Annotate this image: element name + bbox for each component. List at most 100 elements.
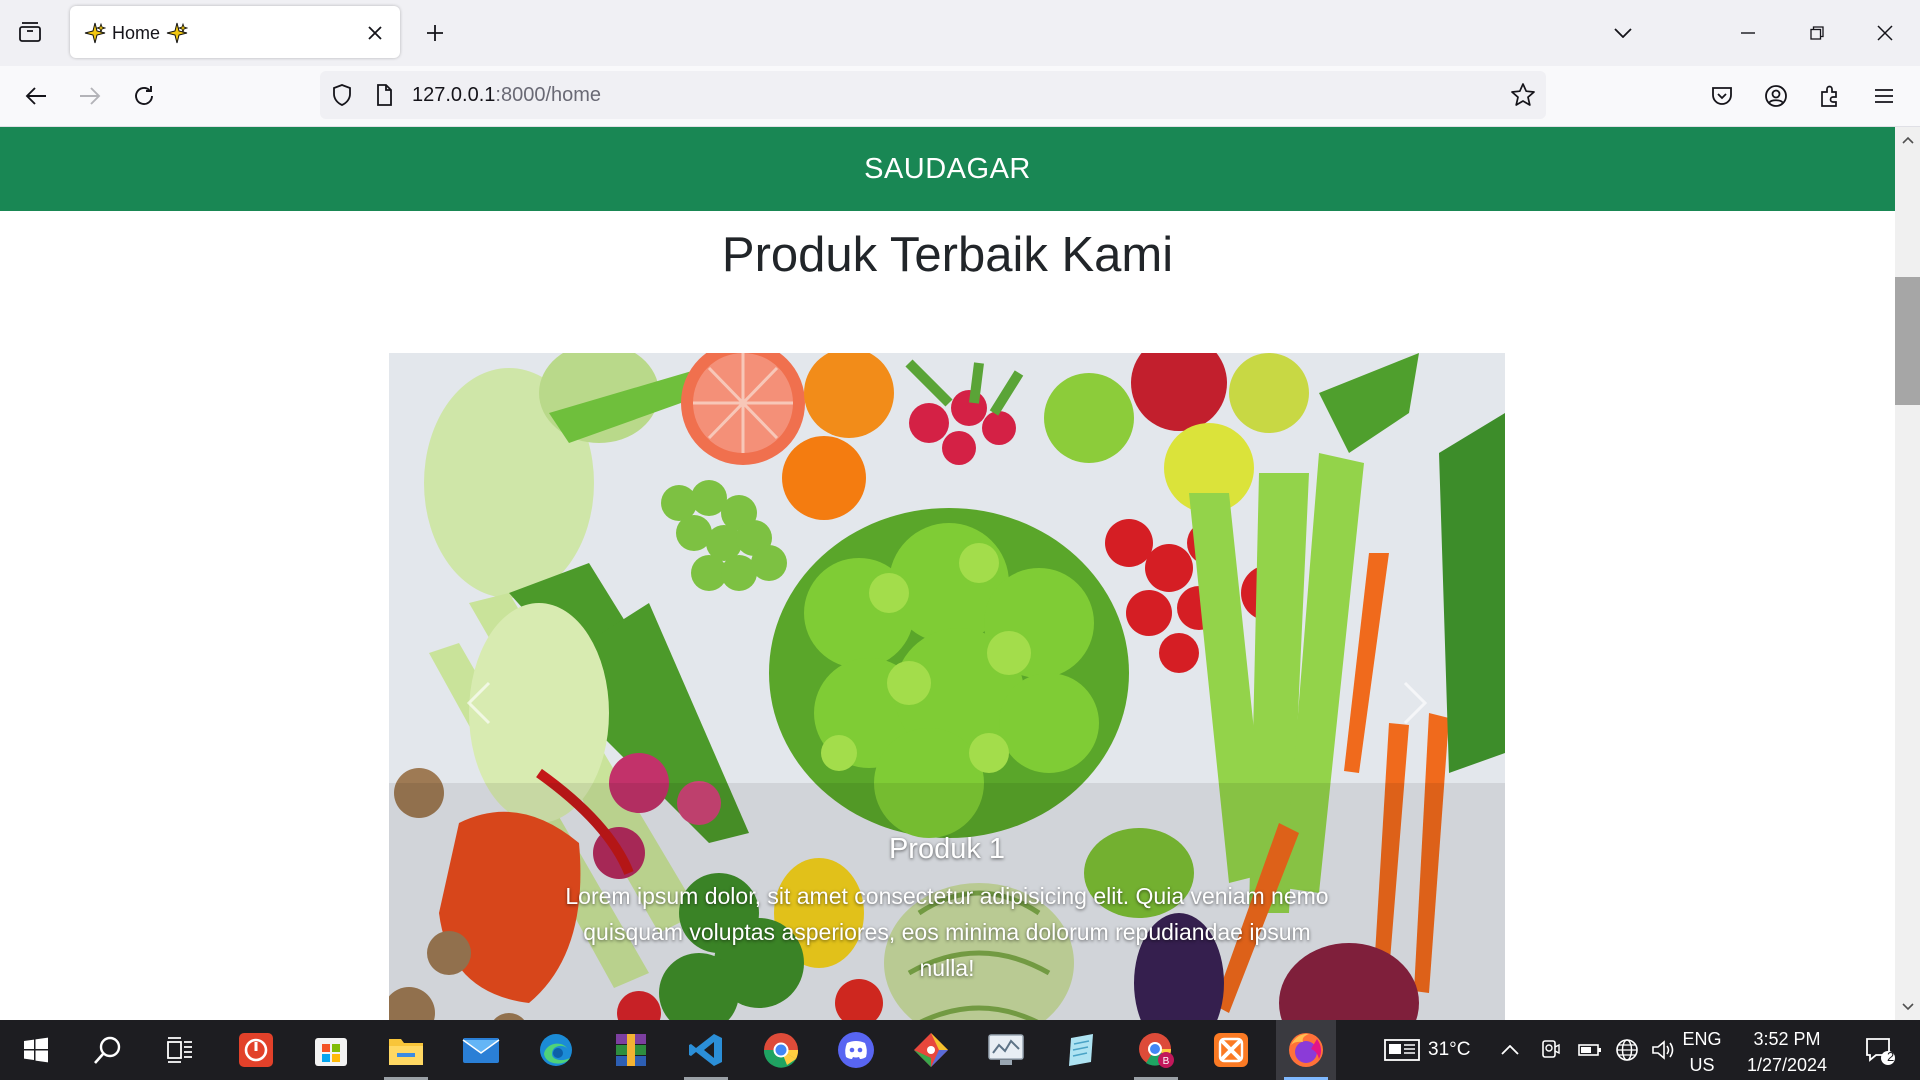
close-icon: [1877, 25, 1893, 41]
globe-icon: [1616, 1039, 1638, 1061]
window-close-button[interactable]: [1860, 10, 1910, 56]
tab-list-button[interactable]: [12, 14, 48, 50]
clock-time: 3:52 PM: [1753, 1029, 1821, 1049]
meet-now-button[interactable]: [1530, 1020, 1570, 1080]
product-carousel: Produk 1 Lorem ipsum dolor, sit amet con…: [389, 353, 1505, 1020]
app-menu-button[interactable]: [1866, 78, 1902, 114]
chrome-profile-icon: B: [1139, 1033, 1174, 1068]
notepad-icon: [1069, 1034, 1093, 1066]
edge-icon: [540, 1034, 572, 1066]
weather-temperature[interactable]: 31°C: [1428, 1039, 1470, 1061]
taskbar-monitor-app[interactable]: [976, 1020, 1036, 1080]
taskbar-discord[interactable]: [826, 1020, 886, 1080]
taskbar-chrome[interactable]: [751, 1020, 811, 1080]
weather-widget-icon-wrapper[interactable]: [1372, 1020, 1432, 1080]
taskbar-app-red[interactable]: [226, 1020, 286, 1080]
pocket-icon: [1712, 87, 1732, 105]
start-icon: [24, 1037, 48, 1063]
taskbar-file-explorer[interactable]: [376, 1020, 436, 1080]
star-bookmark-icon[interactable]: [1510, 82, 1536, 108]
notification-center-button[interactable]: 2: [1850, 1020, 1910, 1080]
sparkle-emoji-icon: [166, 22, 188, 44]
account-button[interactable]: [1758, 78, 1794, 114]
carousel-next-button[interactable]: [1385, 673, 1445, 733]
minimize-icon: [1741, 32, 1755, 34]
show-hidden-icons-button[interactable]: [1490, 1020, 1530, 1080]
language-code: ENG: [1682, 1029, 1722, 1049]
start-button[interactable]: [6, 1020, 66, 1080]
battery-button[interactable]: [1570, 1020, 1610, 1080]
system-clock[interactable]: 3:52 PM 1/27/2024: [1732, 1026, 1842, 1078]
firefox-icon: [1289, 1033, 1323, 1067]
pocket-button[interactable]: [1704, 78, 1740, 114]
caption-text: Lorem ipsum dolor, sit amet consectetur …: [565, 883, 1329, 981]
scroll-up-button[interactable]: [1895, 127, 1920, 153]
arrow-left-icon: [25, 87, 46, 105]
vertical-scrollbar[interactable]: [1895, 127, 1920, 1020]
carousel-caption: Produk 1 Lorem ipsum dolor, sit amet con…: [559, 833, 1335, 986]
camera-icon: [1542, 1040, 1560, 1058]
taskbar-edge[interactable]: [526, 1020, 586, 1080]
search-button[interactable]: [78, 1020, 138, 1080]
clock-date: 1/27/2024: [1746, 1055, 1828, 1075]
taskbar-microsoft-store[interactable]: [301, 1020, 361, 1080]
browser-navigation-bar: 127.0.0.1:8000/home: [0, 66, 1920, 127]
chevron-right-icon: [1403, 681, 1427, 725]
plus-icon: [427, 25, 443, 41]
chevron-down-icon: [1614, 28, 1632, 38]
mail-icon: [462, 1038, 500, 1063]
navbar-brand[interactable]: SAUDAGAR: [864, 153, 1031, 186]
restore-button[interactable]: [1792, 10, 1842, 56]
extensions-button[interactable]: [1812, 78, 1848, 114]
chevron-left-icon: [467, 681, 491, 725]
input-language-indicator[interactable]: ENG US: [1676, 1026, 1728, 1078]
scroll-down-button[interactable]: [1895, 994, 1920, 1020]
network-button[interactable]: [1607, 1020, 1647, 1080]
page-viewport: SAUDAGAR Produk Terbaik Kami Produk 1 Lo…: [0, 127, 1895, 1020]
url-path: :8000/home: [495, 84, 602, 106]
taskbar-xampp[interactable]: [1201, 1020, 1261, 1080]
windows-taskbar: B 31°C ENG US 3:52 PM 1/27/2024 2: [0, 1020, 1920, 1080]
taskbar-mail[interactable]: [451, 1020, 511, 1080]
chevron-up-icon: [1501, 1045, 1519, 1055]
app-red-icon: [239, 1033, 273, 1067]
new-tab-button[interactable]: [420, 18, 450, 48]
taskbar-winrar[interactable]: [601, 1020, 661, 1080]
taskbar-vscode[interactable]: [676, 1020, 736, 1080]
page-icon[interactable]: [372, 83, 396, 107]
back-button[interactable]: [18, 78, 54, 114]
notification-count: 2: [1887, 1049, 1895, 1064]
puzzle-icon: [1821, 85, 1837, 107]
monitor-app-icon: [988, 1034, 1024, 1065]
sparkle-favicon-icon: [84, 22, 106, 44]
list-all-tabs-button[interactable]: [1608, 18, 1638, 48]
tab-list-icon: [19, 22, 41, 42]
taskbar-chrome-profile[interactable]: B: [1126, 1020, 1186, 1080]
file-explorer-icon: [389, 1039, 423, 1065]
tab-close-button[interactable]: [362, 20, 388, 46]
taskbar-notepad[interactable]: [1051, 1020, 1111, 1080]
scrollbar-thumb[interactable]: [1895, 277, 1920, 405]
microsoft-store-icon: [315, 1038, 347, 1066]
winrar-icon: [616, 1034, 646, 1066]
speaker-icon: [1652, 1040, 1674, 1060]
taskbar-firefox[interactable]: [1276, 1020, 1336, 1080]
url-host: 127.0.0.1: [412, 84, 496, 106]
address-bar[interactable]: 127.0.0.1:8000/home: [320, 71, 1546, 119]
browser-tab-strip: Home: [0, 0, 1920, 66]
minimize-button[interactable]: [1723, 10, 1773, 56]
shield-icon[interactable]: [330, 83, 354, 107]
forward-button[interactable]: [72, 78, 108, 114]
caret-down-icon: [1901, 1003, 1914, 1011]
task-view-button[interactable]: [150, 1020, 210, 1080]
caption-title: Produk 1: [888, 833, 1006, 865]
carousel-prev-button[interactable]: [449, 673, 509, 733]
hamburger-menu-icon: [1875, 89, 1893, 103]
arrow-right-icon: [80, 87, 101, 105]
browser-tab-home[interactable]: Home: [70, 6, 400, 58]
xampp-icon: [1214, 1033, 1248, 1067]
battery-icon: [1578, 1044, 1601, 1056]
taskbar-git[interactable]: [901, 1020, 961, 1080]
reload-button[interactable]: [126, 78, 162, 114]
restore-icon: [1810, 26, 1824, 40]
